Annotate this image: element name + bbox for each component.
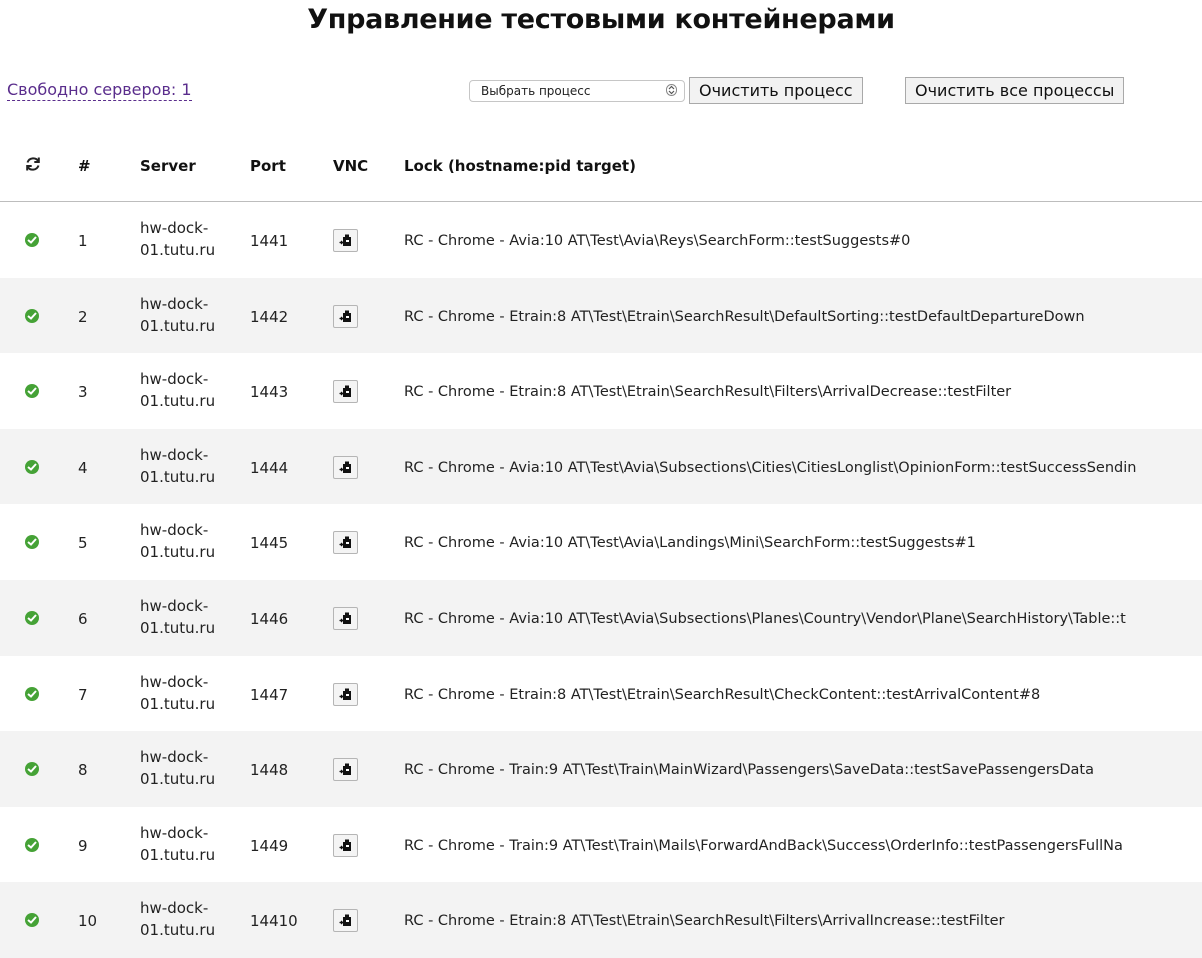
row-number: 10 [78, 912, 98, 931]
check-circle-icon [25, 233, 39, 247]
vnc-connect-button[interactable] [333, 606, 358, 630]
vnc-icon [339, 461, 351, 473]
vnc-connect-button[interactable] [333, 380, 358, 404]
vnc-connect-button[interactable] [333, 682, 358, 706]
row-number: 6 [78, 609, 88, 628]
row-number: 4 [78, 458, 88, 477]
check-circle-icon [25, 459, 39, 474]
vnc-icon [339, 536, 351, 549]
row-number: 8 [78, 761, 88, 780]
vnc-icon [339, 234, 351, 246]
check-circle-icon [25, 762, 39, 777]
row-port: 1445 [250, 534, 289, 553]
vnc-connect-button[interactable] [333, 455, 358, 479]
row-number: 7 [78, 685, 88, 704]
row-server: hw-dock-01.tutu.ru [140, 294, 216, 335]
row-lock: RC - Chrome - Avia:10 AT\Test\Avia\Landi… [404, 535, 976, 552]
vnc-icon [339, 763, 351, 776]
row-server: hw-dock-01.tutu.ru [140, 370, 216, 411]
row-port: 1443 [250, 383, 289, 402]
clear-all-processes-button[interactable]: Очистить все процессы [905, 77, 1125, 104]
row-lock: RC - Chrome - Avia:10 AT\Test\Avia\Reys\… [404, 233, 911, 249]
row-port: 14410 [250, 912, 298, 931]
vnc-connect-button[interactable] [333, 229, 358, 252]
row-lock: RC - Chrome - Etrain:8 AT\Test\Etrain\Se… [404, 686, 1041, 703]
table-row: 3 hw-dock-01.tutu.ru 1443 RC - Chrome - … [0, 353, 1202, 429]
row-port: 1447 [250, 685, 289, 704]
row-lock: RC - Chrome - Train:9 AT\Test\Train\Mail… [404, 837, 1123, 854]
table-row: 10 hw-dock-01.tutu.ru 14410 RC - Chrome … [0, 882, 1202, 958]
check-circle-icon [25, 837, 39, 852]
row-number: 2 [78, 307, 88, 326]
row-server: hw-dock-01.tutu.ru [140, 823, 216, 864]
row-lock: RC - Chrome - Etrain:8 AT\Test\Etrain\Se… [404, 913, 1005, 930]
row-server: hw-dock-01.tutu.ru [140, 899, 216, 940]
row-server: hw-dock-01.tutu.ru [140, 596, 216, 637]
row-server: hw-dock-01.tutu.ru [140, 748, 216, 789]
vnc-icon [339, 914, 351, 927]
row-number: 5 [78, 534, 88, 553]
select-arrows-icon [666, 84, 677, 96]
row-number: 1 [78, 232, 88, 250]
check-circle-icon [25, 535, 39, 550]
table-row: 4 hw-dock-01.tutu.ru 1444 RC - Chrome - … [0, 428, 1202, 505]
row-port: 1444 [250, 458, 289, 477]
vnc-connect-button[interactable] [333, 833, 358, 857]
table-row: 8 hw-dock-01.tutu.ru 1448 RC - Chrome - … [0, 731, 1202, 807]
header-server: Server [140, 157, 196, 175]
header-vnc: VNC [333, 157, 369, 175]
table-row: 9 hw-dock-01.tutu.ru 1449 RC - Chrome - … [0, 807, 1202, 883]
vnc-icon [339, 612, 351, 624]
row-server: hw-dock-01.tutu.ru [140, 445, 216, 486]
header-lock: Lock (hostname:pid target) [404, 157, 636, 175]
row-port: 1442 [250, 307, 289, 326]
header-port: Port [250, 157, 286, 175]
row-lock: RC - Chrome - Etrain:8 AT\Test\Etrain\Se… [404, 384, 1012, 401]
vnc-icon [339, 310, 351, 322]
row-lock: RC - Chrome - Etrain:8 AT\Test\Etrain\Se… [404, 308, 1085, 325]
row-lock: RC - Chrome - Avia:10 AT\Test\Avia\Subse… [404, 459, 1137, 476]
header-num: # [78, 157, 91, 175]
vnc-icon [339, 385, 351, 398]
vnc-connect-button[interactable] [333, 758, 358, 782]
process-select[interactable]: Выбрать процесс [469, 80, 685, 102]
check-circle-icon [25, 610, 39, 625]
vnc-connect-button[interactable] [333, 304, 358, 328]
vnc-icon [339, 688, 351, 700]
table-row: 5 hw-dock-01.tutu.ru 1445 RC - Chrome - … [0, 504, 1202, 580]
table-row: 1 hw-dock-01.tutu.ru 1441 RC - Chrome - … [0, 202, 1202, 278]
table-row: 6 hw-dock-01.tutu.ru 1446 RC - Chrome - … [0, 579, 1202, 656]
row-number: 9 [78, 836, 88, 855]
clear-process-button[interactable]: Очистить процесс [689, 77, 863, 104]
row-port: 1448 [250, 761, 289, 780]
row-port: 1446 [250, 609, 289, 628]
row-lock: RC - Chrome - Train:9 AT\Test\Train\Main… [404, 762, 1094, 779]
page-title: Управление тестовыми контейнерами [307, 4, 895, 35]
row-lock: RC - Chrome - Avia:10 AT\Test\Avia\Subse… [404, 610, 1126, 627]
check-circle-icon [25, 913, 39, 928]
row-port: 1449 [250, 836, 289, 855]
free-servers-link[interactable]: Свободно серверов: 1 [7, 79, 192, 101]
process-select-value: Выбрать процесс [481, 84, 591, 98]
table-row: 2 hw-dock-01.tutu.ru 1442 RC - Chrome - … [0, 277, 1202, 354]
check-circle-icon [25, 308, 39, 323]
check-circle-icon [25, 686, 39, 701]
containers-table-body: 1 hw-dock-01.tutu.ru 1441 RC - Chrome - … [0, 202, 1202, 958]
row-port: 1441 [250, 232, 289, 250]
refresh-icon[interactable] [24, 155, 42, 173]
row-server: hw-dock-01.tutu.ru [140, 219, 216, 259]
vnc-connect-button[interactable] [333, 909, 358, 933]
row-number: 3 [78, 383, 88, 402]
row-server: hw-dock-01.tutu.ru [140, 672, 216, 713]
row-server: hw-dock-01.tutu.ru [140, 521, 216, 562]
table-row: 7 hw-dock-01.tutu.ru 1447 RC - Chrome - … [0, 656, 1202, 732]
vnc-icon [339, 839, 351, 851]
check-circle-icon [25, 384, 39, 399]
vnc-connect-button[interactable] [333, 531, 358, 555]
